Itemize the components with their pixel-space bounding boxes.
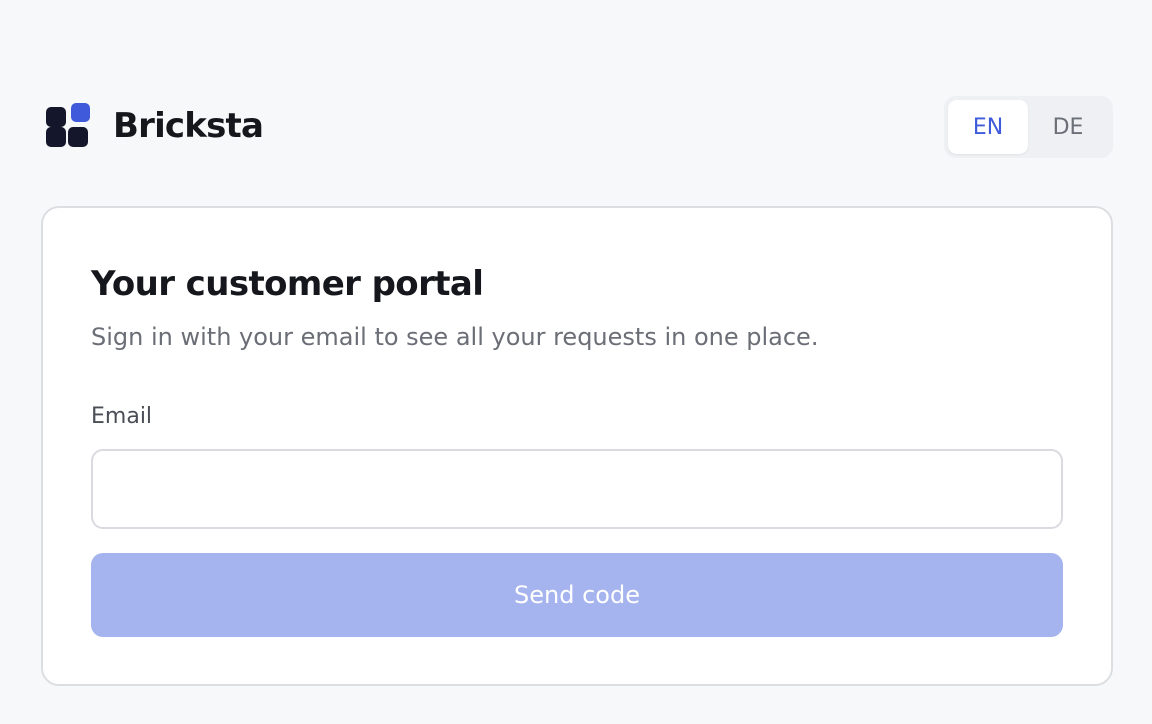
sign-in-card: Your customer portal Sign in with your e… <box>41 206 1113 686</box>
brand-name: Bricksta <box>113 106 264 146</box>
page-title: Your customer portal <box>91 264 484 304</box>
email-field[interactable] <box>91 449 1063 529</box>
language-option-en[interactable]: EN <box>948 100 1028 154</box>
email-label: Email <box>91 404 153 429</box>
language-switcher: EN DE <box>944 96 1113 158</box>
send-code-button[interactable]: Send code <box>91 553 1063 637</box>
header: Bricksta EN DE <box>44 96 1113 158</box>
page-subtitle: Sign in with your email to see all your … <box>91 323 819 351</box>
brand: Bricksta <box>44 103 264 149</box>
language-option-de[interactable]: DE <box>1028 100 1108 154</box>
brick-grid-logo-icon <box>44 103 92 149</box>
